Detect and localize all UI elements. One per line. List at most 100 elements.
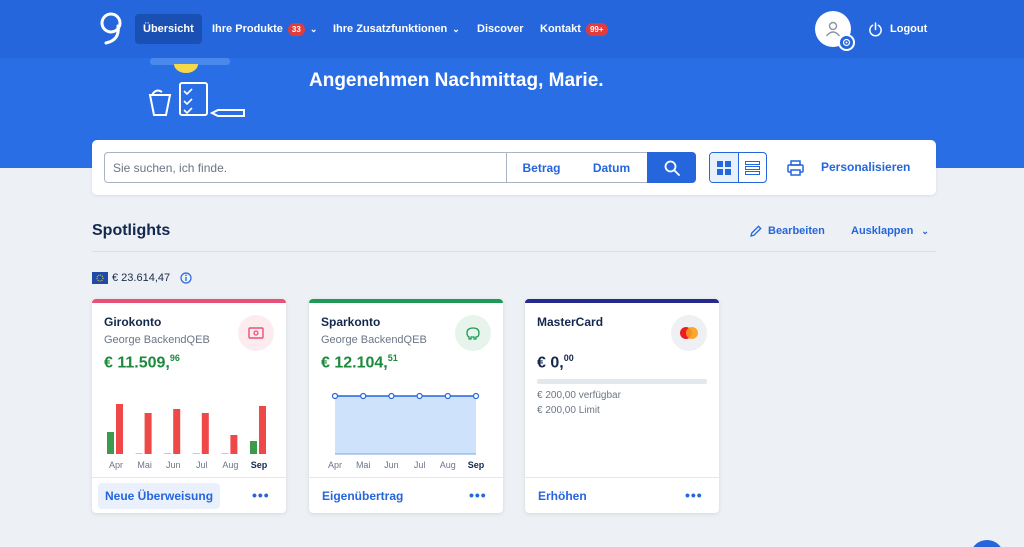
card-title: MasterCard [537, 315, 604, 329]
data-point-sep [472, 392, 480, 400]
data-point-jul [416, 392, 423, 400]
card-balance: € 0,00 [537, 353, 574, 372]
date-filter-button[interactable]: Datum [576, 152, 648, 183]
balance-area-chart: Apr Mai Jun Jul Aug Sep [328, 392, 485, 470]
x-tick-label: Jun [166, 460, 181, 470]
monthly-bar-chart: Apr Mai Jun Jul Aug Sep [107, 404, 268, 470]
nav-discover[interactable]: Discover [469, 14, 531, 44]
divider [92, 251, 936, 252]
list-view-button[interactable] [739, 153, 767, 182]
own-transfer-button[interactable]: Eigenübertrag [315, 483, 410, 509]
printer-icon [786, 160, 804, 176]
bar-sep [259, 406, 266, 454]
view-toggle [709, 152, 767, 183]
personalize-button[interactable]: Personalisieren [821, 160, 910, 174]
x-tick-label: Sep [468, 460, 485, 470]
grid-icon [716, 160, 731, 175]
x-tick-label: Aug [440, 460, 456, 470]
data-point-jun [388, 392, 395, 400]
card-accent-bar [525, 299, 719, 303]
more-options-icon[interactable]: ••• [685, 487, 703, 503]
products-count-badge: 33 [287, 22, 305, 36]
area-fill [335, 396, 476, 454]
card-owner: George BackendQEB [104, 334, 210, 346]
chevron-down-icon: ⌄ [452, 23, 460, 34]
bar-sep [250, 441, 257, 454]
bar-apr [107, 432, 114, 454]
eu-flag-icon [92, 272, 108, 284]
available-amount: € 200,00 verfügbar [537, 390, 621, 401]
card-mastercard[interactable]: MasterCard € 0,00 € 200,00 verfügbar € 2… [525, 299, 719, 513]
data-point-mai [360, 392, 367, 400]
floating-action-button[interactable] [970, 540, 1004, 547]
list-icon [744, 160, 760, 175]
search-button[interactable] [647, 152, 696, 183]
bar-aug [221, 453, 229, 454]
x-tick-label: Mai [356, 460, 371, 470]
x-tick-label: Jun [384, 460, 399, 470]
x-tick-label: Sep [251, 460, 268, 470]
profile-settings-icon[interactable] [838, 34, 855, 51]
card-balance: € 11.509,96 [104, 353, 180, 372]
contact-count-badge: 99+ [585, 22, 608, 36]
search-panel: Sie suchen, ich finde. Betrag Datum Pers… [92, 140, 936, 195]
banknote-icon [238, 315, 274, 351]
piggy-bank-icon [455, 315, 491, 351]
bar-jul [201, 413, 209, 454]
x-tick-label: Mai [137, 460, 152, 470]
pencil-icon [750, 225, 762, 237]
logo-icon[interactable] [98, 12, 124, 46]
bar-mai [135, 453, 143, 454]
x-tick-label: Aug [222, 460, 238, 470]
info-icon[interactable] [180, 272, 192, 284]
greeting-heading: Angenehmen Nachmittag, Marie. [309, 70, 604, 91]
x-tick-label: Jul [196, 460, 208, 470]
card-owner: George BackendQEB [321, 334, 427, 346]
limit-progress-bar [537, 379, 707, 384]
power-icon [869, 21, 882, 36]
total-balance: € 23.614,47 [92, 272, 192, 284]
bar-jun [164, 453, 172, 454]
account-card-sparkonto[interactable]: Sparkonto George BackendQEB € 12.104,51 … [309, 299, 503, 513]
bar-jun [173, 409, 181, 454]
credit-limit: € 200,00 Limit [537, 405, 600, 416]
chevron-down-icon: ⌄ [309, 23, 318, 34]
more-options-icon[interactable]: ••• [252, 487, 270, 503]
grid-view-button[interactable] [710, 153, 739, 182]
amount-filter-button[interactable]: Betrag [506, 152, 577, 183]
search-input[interactable]: Sie suchen, ich finde. [104, 152, 506, 183]
expand-button[interactable]: Ausklappen ⌄ [851, 225, 929, 237]
search-icon [664, 160, 680, 176]
data-point-apr [331, 392, 339, 400]
data-point-aug [444, 392, 451, 400]
greeting-illustration [148, 58, 245, 117]
new-transfer-button[interactable]: Neue Überweisung [98, 483, 221, 509]
x-tick-label: Apr [328, 460, 342, 470]
print-button[interactable] [784, 157, 806, 179]
account-card-girokonto[interactable]: Girokonto George BackendQEB € 11.509,96 … [92, 299, 286, 513]
bar-mai [144, 413, 152, 454]
user-icon [825, 21, 841, 37]
bar-apr [116, 404, 123, 454]
card-title: Sparkonto [321, 315, 381, 329]
card-accent-bar [92, 299, 286, 303]
card-footer: Neue Überweisung ••• [92, 477, 286, 513]
x-tick-label: Jul [414, 460, 426, 470]
mastercard-icon [671, 315, 707, 351]
nav-contact[interactable]: Kontakt 99+ [532, 14, 616, 44]
bar-jul [192, 453, 200, 454]
nav-extra-functions[interactable]: Ihre Zusatzfunktionen ⌄ [325, 14, 468, 44]
spotlights-heading: Spotlights [92, 222, 171, 239]
logout-button[interactable]: Logout [868, 18, 927, 40]
card-accent-bar [309, 299, 503, 303]
chevron-down-icon: ⌄ [921, 225, 929, 236]
card-title: Girokonto [104, 315, 162, 329]
more-options-icon[interactable]: ••• [469, 487, 487, 503]
card-balance: € 12.104,51 [321, 353, 398, 372]
edit-button[interactable]: Bearbeiten [750, 225, 825, 237]
bar-aug [230, 435, 238, 454]
x-tick-label: Apr [109, 460, 123, 470]
card-footer: Erhöhen ••• [525, 477, 719, 513]
card-footer: Eigenübertrag ••• [309, 477, 503, 513]
increase-limit-button[interactable]: Erhöhen [531, 483, 594, 509]
